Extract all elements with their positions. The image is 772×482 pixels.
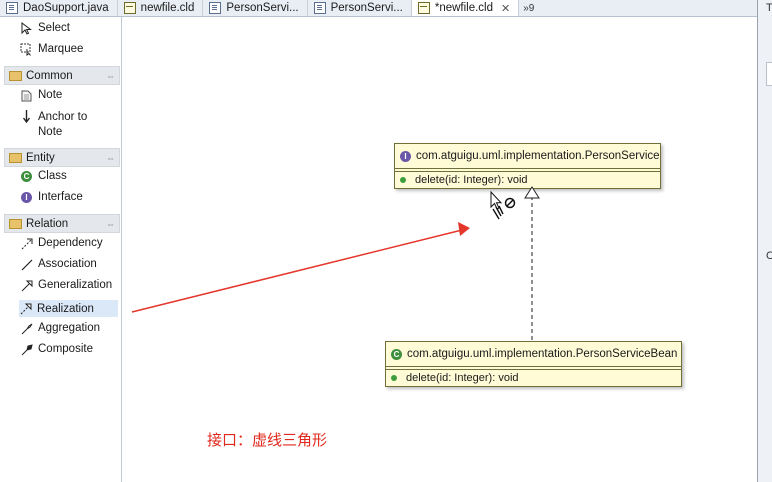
- right-panel-field[interactable]: [766, 62, 772, 86]
- annotation-arrowhead: [458, 222, 470, 236]
- realization-arrowhead: [524, 186, 540, 199]
- right-panel: T C: [758, 0, 772, 482]
- annotation-arrow: [131, 229, 463, 313]
- not-allowed-icon: [504, 197, 516, 209]
- mouse-cursor-icon: [490, 190, 504, 220]
- right-panel-label-mid: C: [766, 250, 772, 262]
- right-panel-label-top: T: [766, 2, 772, 14]
- annotation-text: 接口：虚线三角形: [207, 431, 328, 449]
- diagram-overlay: [131, 186, 540, 340]
